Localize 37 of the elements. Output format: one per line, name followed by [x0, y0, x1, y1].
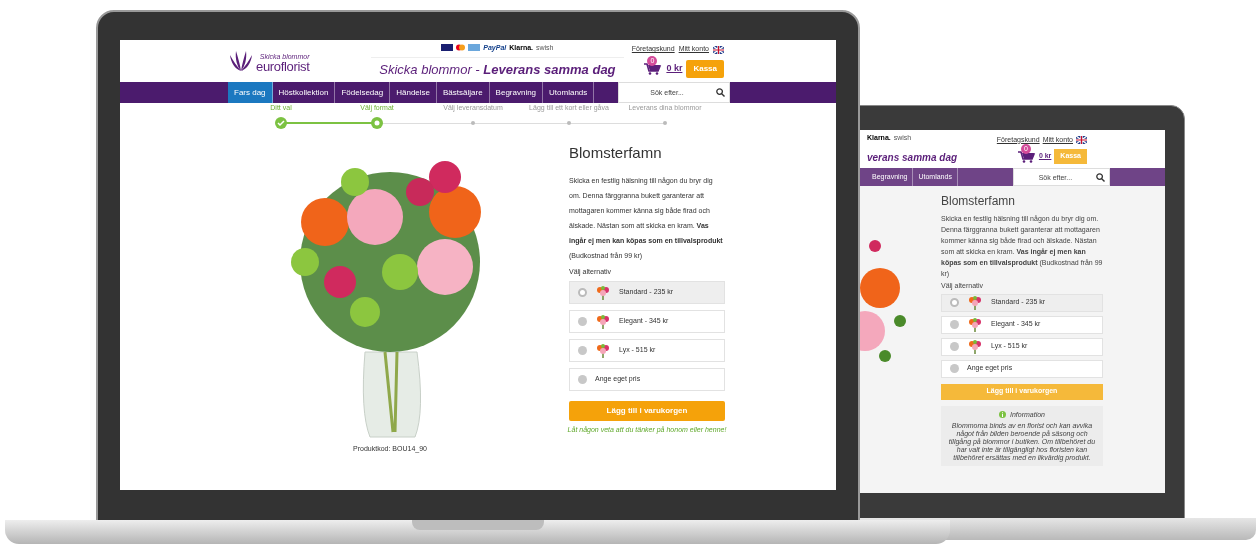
nav-tab[interactable]: Fars dag [228, 82, 273, 103]
cart-icon [1017, 149, 1036, 163]
card-icon [441, 44, 454, 52]
bouquet-icon [967, 294, 983, 311]
info-icon [999, 411, 1006, 419]
slogan-text: Skicka blommor - Leverans samma dag [371, 57, 624, 80]
flag-icon [713, 45, 724, 54]
search-icon [716, 88, 725, 97]
nav-tab[interactable]: Bästsäljare [437, 82, 490, 103]
search-icon [1095, 173, 1105, 182]
cart-icon [644, 62, 663, 76]
radio-button[interactable] [950, 364, 959, 373]
radio-button[interactable] [950, 298, 959, 307]
card-icon [456, 44, 466, 52]
cart-total-link[interactable]: 0 kr [666, 62, 683, 76]
bouquet-icon [595, 342, 611, 359]
logo-text: euroflorist [256, 60, 310, 73]
flag-icon [1076, 135, 1087, 144]
bouquet-icon [595, 313, 611, 330]
nav-tab[interactable]: Begravning [489, 82, 544, 103]
nav-tab[interactable]: Händelse [390, 82, 437, 103]
bouquet-icon [967, 338, 983, 355]
radio-button[interactable] [578, 375, 587, 384]
card-icon [468, 44, 481, 52]
radio-button[interactable] [578, 346, 587, 355]
radio-button[interactable] [950, 320, 959, 329]
bouquet-icon [967, 316, 983, 333]
slogan-text: verans samma dag [867, 150, 958, 165]
product-title: Blomsterfamn [941, 193, 1017, 210]
nav-tab[interactable]: Födelsedag [335, 82, 391, 103]
radio-button[interactable] [950, 342, 959, 351]
bouquet-icon [595, 284, 611, 301]
nav-tab[interactable]: Utomlands [543, 82, 595, 103]
radio-button[interactable] [578, 317, 587, 326]
nav-tab[interactable]: Höstkollektion [272, 82, 336, 103]
product-title: Blomsterfamn [569, 143, 663, 163]
radio-button[interactable] [578, 288, 587, 297]
